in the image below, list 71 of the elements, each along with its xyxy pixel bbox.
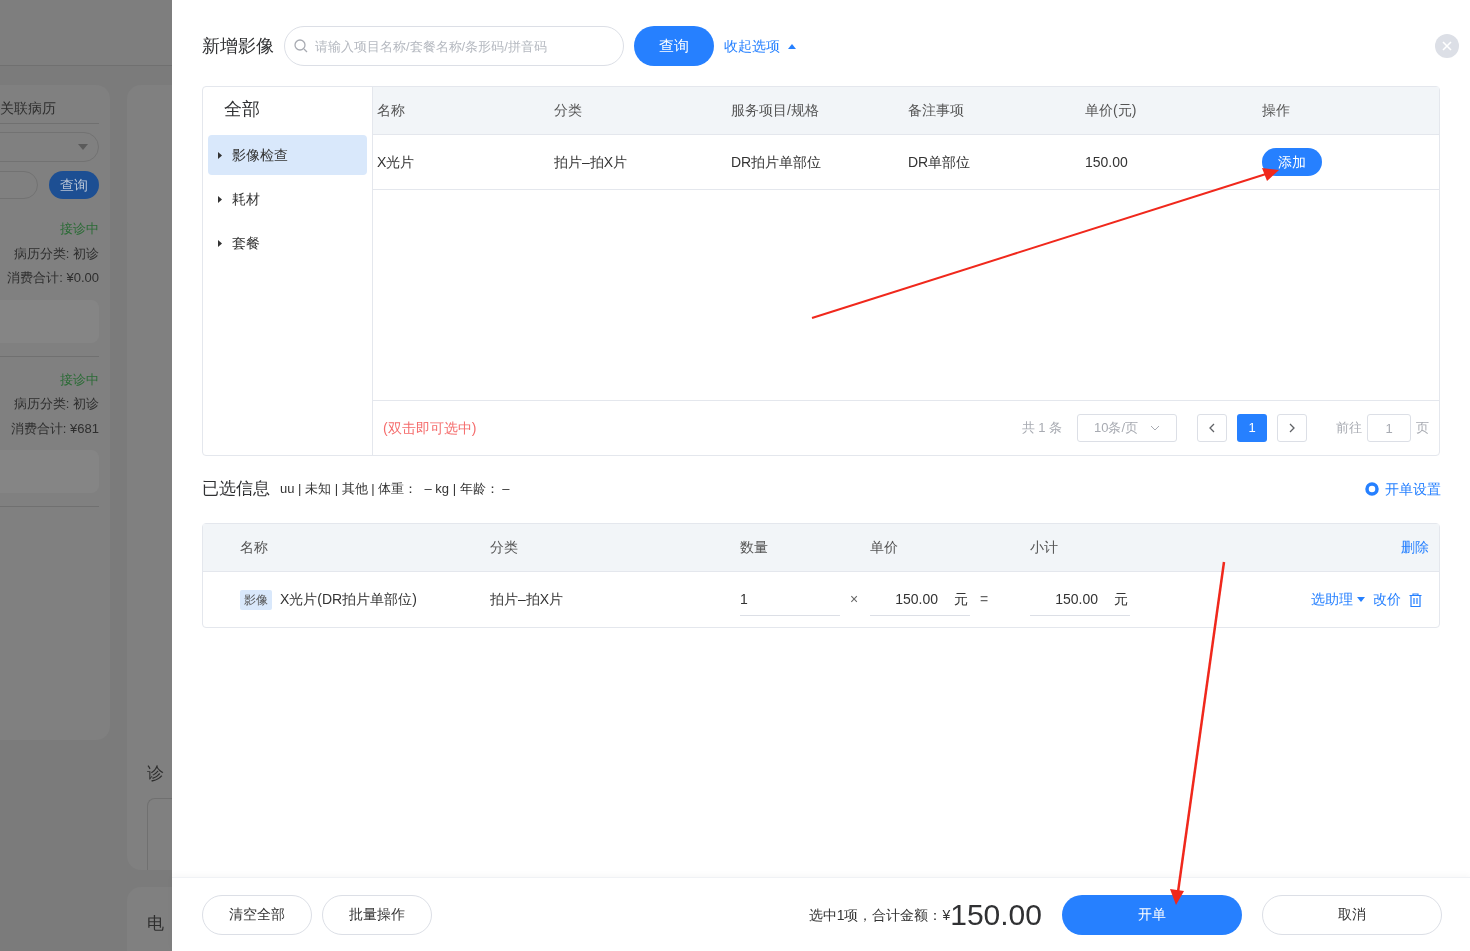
column-header: 小计 bbox=[1030, 538, 1059, 557]
next-page-button[interactable] bbox=[1277, 414, 1307, 442]
table-cell-text: 150.00 bbox=[1085, 152, 1129, 172]
category-all[interactable]: 全部 bbox=[224, 95, 260, 123]
total-count: 共 1 条 bbox=[1021, 419, 1062, 438]
previous-page-button[interactable] bbox=[1197, 414, 1227, 442]
column-header: 名称 bbox=[377, 101, 406, 120]
multiply-sign: × bbox=[850, 590, 859, 609]
table-cell-text: X光片(DR拍片单部位) bbox=[280, 590, 417, 609]
column-header: 服务项目/规格 bbox=[731, 101, 820, 120]
record-total: 消费合计: ¥681 bbox=[10, 419, 99, 438]
page-button[interactable]: 1 bbox=[1237, 414, 1267, 442]
status-label: 接诊中 bbox=[60, 220, 99, 238]
caret-down-icon bbox=[78, 144, 88, 150]
chevron-down-icon bbox=[1150, 425, 1160, 431]
table-cell-text: 拍片–拍X片 bbox=[490, 590, 565, 609]
chevron-right-icon bbox=[1289, 423, 1295, 433]
order-settings-link[interactable]: 开单设置 bbox=[1365, 478, 1441, 500]
column-header: 分类 bbox=[490, 538, 519, 557]
panel-title: 关联病历 bbox=[0, 99, 56, 118]
price-field[interactable]: 150.00 元 bbox=[870, 583, 970, 616]
hint-text: (双击即可选中) bbox=[383, 418, 477, 438]
close-icon[interactable] bbox=[1435, 34, 1459, 58]
change-price-link[interactable]: 改价 bbox=[1373, 589, 1401, 610]
column-header: 分类 bbox=[554, 101, 583, 120]
equals-sign: = bbox=[980, 590, 989, 609]
category-item[interactable]: 影像检查 bbox=[208, 135, 367, 175]
query-button[interactable]: 查询 bbox=[634, 26, 714, 66]
table-cell-text: DR单部位 bbox=[908, 152, 972, 172]
ring-icon bbox=[1365, 482, 1379, 496]
caret-down-icon bbox=[1357, 597, 1365, 602]
record-category: 病历分类: 初诊 bbox=[13, 244, 99, 263]
caret-up-icon bbox=[788, 43, 796, 49]
total-amount: 150.00 bbox=[950, 899, 1042, 930]
column-header: 操作 bbox=[1262, 101, 1291, 120]
item-tag: 影像 bbox=[240, 589, 272, 610]
collapse-options-link[interactable]: 收起选项 bbox=[724, 35, 796, 57]
column-header: 数量 bbox=[740, 538, 769, 557]
table-cell-text: 拍片–拍X片 bbox=[554, 152, 629, 172]
dialog-title: 新增影像 bbox=[202, 34, 274, 58]
search-icon bbox=[294, 39, 308, 53]
record-category: 病历分类: 初诊 bbox=[13, 395, 99, 413]
status-label: 接诊中 bbox=[60, 370, 99, 389]
assistant-dropdown[interactable]: 选助理 bbox=[1311, 589, 1365, 610]
caret-right-icon bbox=[218, 195, 222, 203]
section-label: 诊 bbox=[147, 762, 165, 785]
caret-right-icon bbox=[218, 151, 222, 159]
column-header: 名称 bbox=[240, 538, 269, 557]
patient-info: uu | 未知 | 其他 | 体重： – kg | 年龄： – bbox=[280, 480, 510, 499]
summary-text: 选中1项，合计金额：¥ bbox=[808, 907, 951, 923]
chevron-left-icon bbox=[1209, 423, 1215, 433]
add-button[interactable]: 添加 bbox=[1262, 148, 1322, 176]
delete-all-link[interactable]: 删除 bbox=[1401, 537, 1429, 558]
record-total: 消费合计: ¥0.00 bbox=[7, 269, 99, 287]
query-button[interactable]: 查询 bbox=[49, 171, 99, 199]
goto-page-field[interactable]: 1 bbox=[1367, 414, 1411, 442]
table-cell-text: X光片 bbox=[377, 152, 416, 172]
page-size-select[interactable]: 10条/页 bbox=[1077, 414, 1177, 442]
caret-right-icon bbox=[218, 239, 222, 247]
section-title: 已选信息 bbox=[202, 478, 270, 501]
trash-icon[interactable] bbox=[1409, 592, 1422, 607]
goto-label: 前往 bbox=[1336, 419, 1362, 438]
submit-button[interactable]: 开单 bbox=[1062, 894, 1242, 935]
table-cell-text: DR拍片单部位 bbox=[731, 152, 823, 172]
subtotal-field: 150.00 元 bbox=[1030, 583, 1130, 616]
quantity-field[interactable]: 1 bbox=[740, 583, 840, 616]
column-header: 单价 bbox=[870, 538, 899, 557]
column-header: 备注事项 bbox=[908, 101, 965, 120]
goto-suffix: 页 bbox=[1416, 419, 1429, 438]
section-label: 电 bbox=[147, 914, 164, 933]
column-header: 单价(元) bbox=[1085, 101, 1138, 120]
